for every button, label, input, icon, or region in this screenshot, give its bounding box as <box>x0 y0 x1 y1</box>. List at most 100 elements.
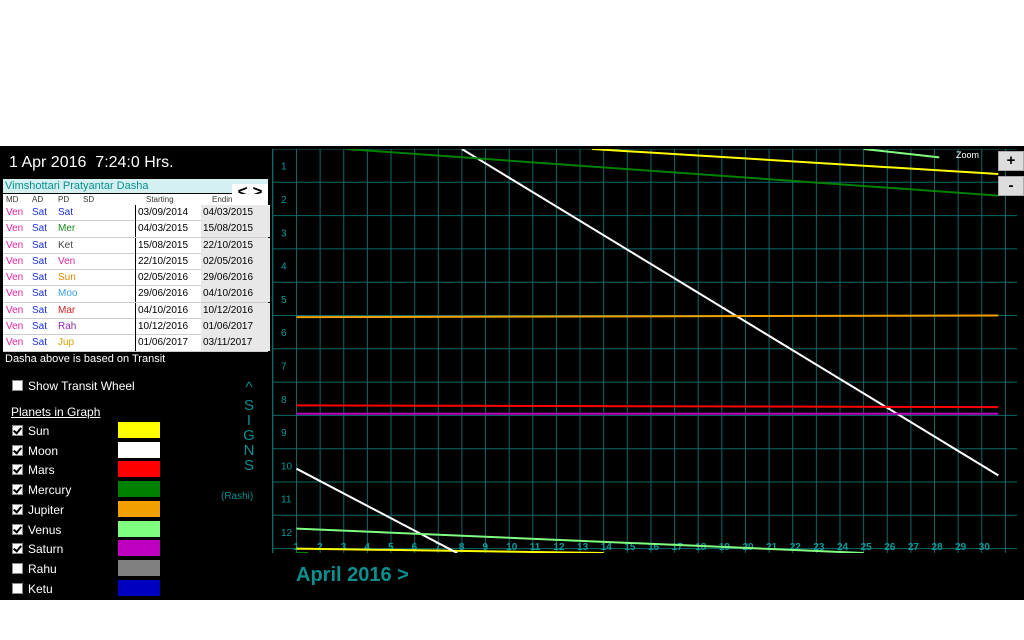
planet-label: Rahu <box>28 561 57 576</box>
day-tick-label: 17 <box>672 542 684 553</box>
row-start-date: 04/10/2016 <box>135 302 204 319</box>
planet-color-swatch-moon <box>118 441 160 458</box>
row-start-date: 03/09/2014 <box>135 205 204 221</box>
day-tick-label: 21 <box>766 542 778 553</box>
checkbox-box[interactable] <box>12 425 23 436</box>
dasha-note: Dasha above is based on Transit <box>5 353 166 365</box>
row-start-date: 15/08/2015 <box>135 237 204 254</box>
row-start-date: 02/05/2016 <box>135 270 204 287</box>
row-pd: Mar <box>58 304 76 316</box>
table-row: Ven Sat Ket 15/08/2015 22/10/2015 <box>3 237 270 254</box>
dasha-title: Vimshottari Pratyantar Dasha <box>3 179 268 193</box>
table-row: Ven Sat Mer 04/03/2015 15/08/2015 <box>3 221 270 238</box>
day-tick-label: 30 <box>979 542 991 553</box>
row-md: Ven <box>6 272 24 284</box>
row-ad: Sat <box>32 304 48 316</box>
sign-tick-label: 1 <box>281 162 287 173</box>
checkbox-box[interactable] <box>12 543 23 555</box>
planet-toggle-ketu[interactable]: Ketu <box>12 582 53 596</box>
sign-tick-label: 10 <box>281 461 293 472</box>
checkbox-box[interactable] <box>12 582 23 594</box>
checkbox-box[interactable] <box>12 444 23 456</box>
row-pd: Mer <box>58 223 76 235</box>
row-md: Ven <box>6 321 24 333</box>
show-transit-wheel-checkbox[interactable]: Show Transit Wheel <box>12 379 135 393</box>
sign-tick-label: 12 <box>281 528 293 539</box>
sign-tick-label: 9 <box>281 428 287 439</box>
planet-color-swatch-saturn <box>118 540 160 557</box>
planet-toggle-sun[interactable]: Sun <box>12 424 49 438</box>
row-ad: Sat <box>32 207 48 218</box>
sign-tick-label: 3 <box>281 228 287 239</box>
planet-color-swatch-ketu <box>118 579 160 596</box>
planet-toggle-mercury[interactable]: Mercury <box>12 483 71 497</box>
day-tick-label: 22 <box>790 542 802 553</box>
day-tick-label: 4 <box>364 542 370 553</box>
signs-letter: S <box>243 397 254 414</box>
row-end-date: 22/10/2015 <box>201 237 270 254</box>
rashi-label: (Rashi) <box>221 491 254 502</box>
row-md: Ven <box>6 239 24 251</box>
checkbox-box[interactable] <box>12 503 23 515</box>
row-md: Ven <box>6 288 24 300</box>
row-end-date: 04/03/2015 <box>201 205 270 221</box>
zoom-out-button[interactable]: - <box>998 176 1024 196</box>
planet-label: Sun <box>28 424 50 438</box>
planet-color-swatch-mercury <box>118 481 160 498</box>
row-start-date: 22/10/2015 <box>135 253 204 270</box>
checkbox-box[interactable] <box>12 523 23 535</box>
series-line-mercury <box>346 149 999 197</box>
table-row: Ven Sat Sun 02/05/2016 29/06/2016 <box>3 270 270 287</box>
transit-chart: 1234567891011121 2 3 4 5 6 7 8 9 10 11 12 13 14 15 16 17… <box>272 149 1017 553</box>
checkbox-box[interactable] <box>12 380 23 391</box>
row-pd: Jup <box>58 337 75 349</box>
planet-label: Moon <box>28 443 59 458</box>
month-nav-link[interactable]: April 2016 > <box>296 564 409 587</box>
checkbox-box[interactable] <box>12 562 23 574</box>
row-md: Ven <box>6 337 24 349</box>
zoom-in-button[interactable]: + <box>998 151 1024 171</box>
planet-toggle-saturn[interactable]: Saturn <box>12 542 63 556</box>
planets-heading: Planets in Graph <box>11 405 101 419</box>
sign-tick-label: 6 <box>281 328 287 339</box>
row-end-date: 01/06/2017 <box>201 319 270 336</box>
show-transit-wheel-label: Show Transit Wheel <box>28 379 135 393</box>
day-tick-label: 3 <box>341 542 347 553</box>
day-tick-label: 27 <box>908 542 920 553</box>
row-ad: Sat <box>32 223 48 235</box>
row-pd: Moo <box>58 288 78 300</box>
signs-letter: G <box>243 427 255 444</box>
day-tick-label: 5 <box>388 542 394 553</box>
planet-color-swatch-jupiter <box>118 500 160 517</box>
row-md: Ven <box>6 207 24 218</box>
checkbox-box[interactable] <box>12 484 23 496</box>
planet-toggle-rahu[interactable]: Rahu <box>12 562 57 576</box>
row-pd: Ket <box>58 239 74 251</box>
planet-toggle-jupiter[interactable]: Jupiter <box>12 503 64 517</box>
planet-color-swatch-venus <box>118 520 160 537</box>
row-ad: Sat <box>32 272 48 284</box>
row-pd: Rah <box>58 321 77 333</box>
app-window: 1 Apr 2016 7:24:0 Hrs. Vimshottari Praty… <box>0 146 1024 600</box>
table-row: Ven Sat Moo 29/06/2016 04/10/2016 <box>3 286 270 303</box>
row-end-date: 04/10/2016 <box>201 286 270 303</box>
day-tick-label: 1 <box>294 542 300 553</box>
signs-axis-label: ^ S I G N S <box>241 380 257 473</box>
table-row: Ven Sat Sat 03/09/2014 04/03/2015 <box>3 205 270 222</box>
table-row: Ven Sat Ven 22/10/2015 02/05/2016 <box>3 253 270 271</box>
planet-toggle-moon[interactable]: Moon <box>12 444 58 458</box>
planet-color-swatch-rahu <box>118 559 160 576</box>
planet-toggle-venus[interactable]: Venus <box>12 523 61 537</box>
planet-color-swatch-mars <box>118 461 160 478</box>
series-line-moon <box>461 149 999 477</box>
row-start-date: 01/06/2017 <box>135 335 204 352</box>
day-tick-label: 18 <box>695 542 707 553</box>
checkbox-box[interactable] <box>12 464 23 476</box>
planet-label: Jupiter <box>28 502 65 517</box>
planet-toggle-mars[interactable]: Mars <box>12 463 55 477</box>
row-md: Ven <box>6 223 24 235</box>
row-end-date: 29/06/2016 <box>201 270 270 287</box>
row-start-date: 04/03/2015 <box>135 221 204 238</box>
planet-label: Saturn <box>28 542 64 557</box>
row-ad: Sat <box>32 239 48 251</box>
